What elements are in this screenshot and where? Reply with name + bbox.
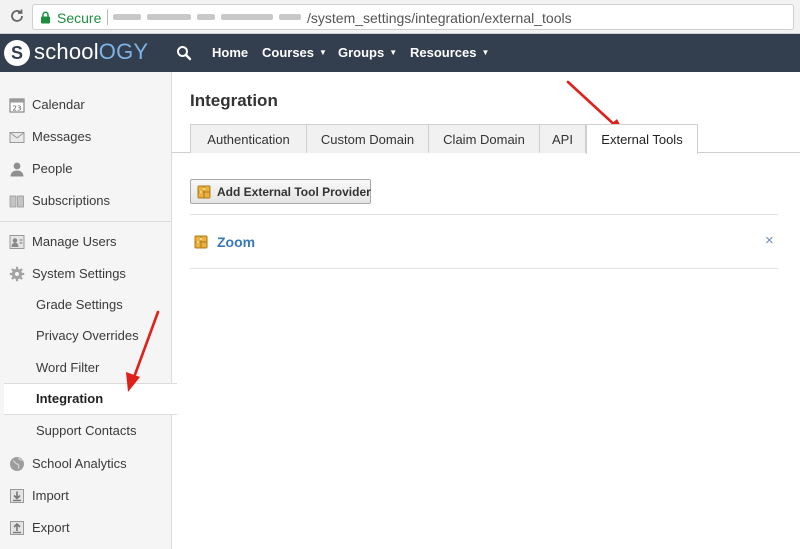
logo-badge[interactable]: S: [4, 40, 30, 66]
tab-label: Custom Domain: [320, 132, 415, 147]
logo-word-ogy: OGY: [98, 39, 149, 64]
tab-external-tools[interactable]: External Tools: [586, 124, 698, 154]
tab-authentication[interactable]: Authentication: [190, 124, 307, 153]
sidebar-item-export[interactable]: Export: [0, 513, 172, 543]
tool-name-link[interactable]: Zoom: [217, 234, 255, 250]
sidebar-item-label: Import: [32, 488, 69, 503]
nav-courses[interactable]: Courses ▼: [262, 45, 327, 60]
add-button-label: Add External Tool Provider: [217, 185, 371, 199]
nav-resources[interactable]: Resources ▼: [410, 45, 489, 60]
list-item: Zoom ×: [190, 228, 778, 256]
tab-label: Claim Domain: [443, 132, 525, 147]
tab-claim-domain[interactable]: Claim Domain: [428, 124, 540, 153]
sidebar-divider: [0, 221, 172, 222]
puzzle-icon: [197, 185, 211, 199]
calendar-day: 23: [13, 104, 22, 112]
remove-icon[interactable]: ×: [765, 231, 774, 251]
browser-address-bar: Secure /system_settings/integration/exte…: [0, 0, 800, 34]
sidebar-item-manage-users[interactable]: Manage Users: [0, 227, 172, 257]
gear-icon: [9, 266, 25, 282]
calendar-icon: 23: [9, 98, 25, 113]
sidebar-item-support-contacts[interactable]: Support Contacts: [0, 416, 172, 446]
subscriptions-icon: [9, 195, 24, 208]
sidebar-item-import[interactable]: Import: [0, 481, 172, 511]
person-icon: [10, 162, 24, 177]
sidebar-item-label: System Settings: [32, 266, 126, 281]
lock-icon: [41, 11, 50, 24]
caret-down-icon: ▼: [481, 48, 490, 57]
logo-wordmark[interactable]: schoolOGY: [34, 39, 148, 65]
manage-users-icon: [9, 235, 25, 249]
sidebar-item-label: People: [32, 161, 73, 176]
sidebar-item-calendar[interactable]: 23 Calendar: [0, 90, 172, 120]
url-host-redacted: [113, 11, 303, 23]
sidebar-item-label: Subscriptions: [32, 193, 111, 208]
sidebar-item-label: Messages: [32, 129, 92, 144]
tab-label: Authentication: [207, 132, 290, 147]
caret-down-icon: ▼: [319, 48, 327, 57]
divider: [190, 214, 778, 215]
nav-home[interactable]: Home: [212, 45, 248, 60]
annotation-arrow-icon: [126, 310, 160, 392]
search-icon[interactable]: [176, 45, 192, 61]
import-icon: [10, 489, 24, 503]
page-title: Integration: [190, 91, 278, 110]
reload-icon[interactable]: [8, 7, 26, 25]
tab-custom-domain[interactable]: Custom Domain: [306, 124, 429, 153]
sidebar-item-system-settings[interactable]: System Settings: [0, 259, 172, 289]
add-external-tool-provider-button[interactable]: Add External Tool Provider: [190, 179, 371, 204]
nav-home-label: Home: [212, 45, 249, 60]
puzzle-icon: [194, 235, 208, 249]
export-icon: [10, 521, 24, 535]
caret-down-icon: ▼: [389, 48, 398, 57]
top-navigation: S schoolOGY Home Courses ▼ Groups ▼ Resour…: [0, 34, 800, 72]
sidebar-item-label: Calendar: [32, 97, 85, 112]
sidebar-item-label: School Analytics: [32, 456, 127, 471]
sidebar-item-label: Support Contacts: [36, 423, 137, 438]
url-path: /system_settings/integration/external_to…: [307, 10, 572, 26]
nav-groups-label: Groups: [338, 45, 385, 60]
sidebar-item-label: Manage Users: [32, 234, 117, 249]
nav-groups[interactable]: Groups ▼: [338, 45, 397, 60]
sidebar-item-subscriptions[interactable]: Subscriptions: [0, 186, 172, 216]
url-field[interactable]: Secure /system_settings/integration/exte…: [32, 4, 794, 30]
nav-resources-label: Resources: [410, 45, 477, 60]
logo-word-school: school: [34, 39, 99, 64]
sidebar-item-label: Export: [32, 520, 70, 535]
url-separator: [107, 9, 108, 25]
tab-label: External Tools: [601, 132, 683, 147]
sidebar-item-label: Integration: [36, 391, 104, 406]
secure-label: Secure: [57, 10, 102, 26]
sidebar-item-messages[interactable]: Messages: [0, 122, 172, 152]
nav-courses-label: Courses: [262, 45, 315, 60]
globe-icon: [10, 457, 24, 471]
sidebar-item-school-analytics[interactable]: School Analytics: [0, 449, 172, 479]
sidebar-item-people[interactable]: People: [0, 154, 172, 184]
sidebar-item-label: Word Filter: [36, 360, 100, 375]
sidebar-item-label: Grade Settings: [36, 297, 123, 312]
envelope-icon: [9, 132, 25, 143]
divider: [190, 268, 778, 269]
